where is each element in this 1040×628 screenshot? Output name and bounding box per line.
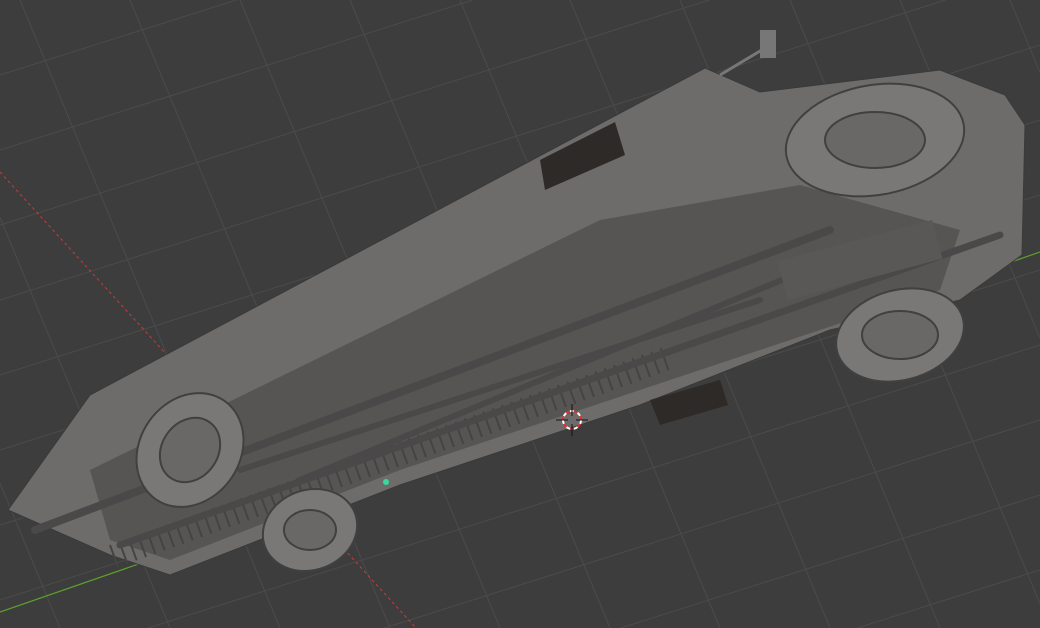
3d-viewport[interactable] <box>0 0 1040 628</box>
object-origin-icon[interactable] <box>383 479 389 485</box>
side-mirror <box>760 30 776 58</box>
